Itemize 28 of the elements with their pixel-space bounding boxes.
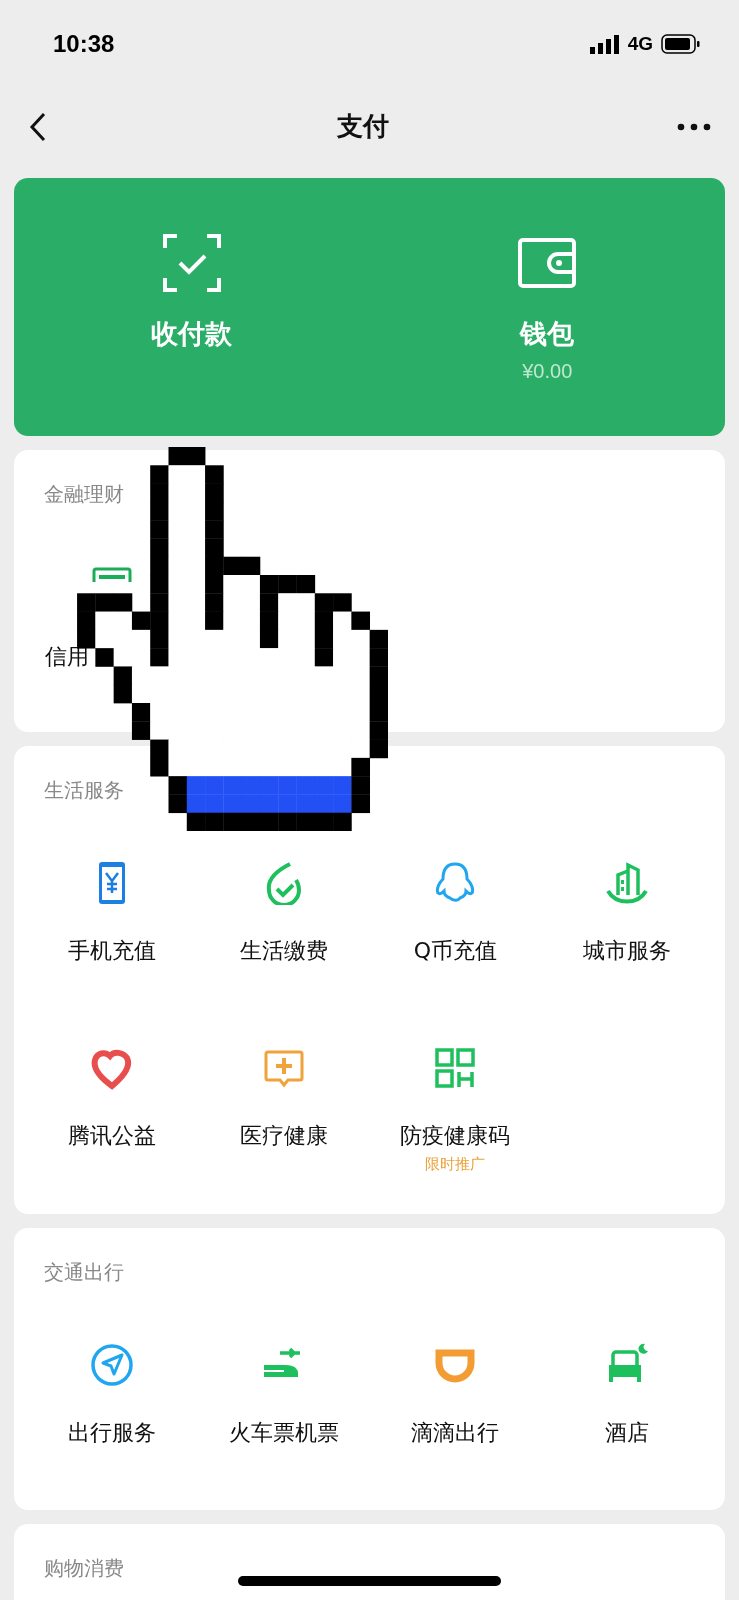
section-title: 购物消费	[43, 1556, 125, 1580]
service-item[interactable]: 手机充值	[26, 861, 198, 988]
battery-icon	[661, 34, 701, 54]
service-item[interactable]: 腾讯公益	[26, 1046, 198, 1174]
service-item[interactable]: Q币充值	[369, 861, 542, 988]
service-item[interactable]: 滴滴出行	[369, 1343, 542, 1470]
service-item[interactable]: 酒店	[541, 1343, 713, 1470]
balance-amount: ¥0.00	[522, 360, 573, 383]
navigation-icon	[89, 1343, 134, 1387]
service-item[interactable]: 城市服务	[541, 861, 713, 988]
service-item[interactable]: 医疗健康	[197, 1046, 370, 1174]
more-icon	[677, 122, 711, 131]
service-item[interactable]: 出行服务	[26, 1343, 198, 1470]
section-title: 交通出行	[43, 1260, 125, 1284]
section-title: 生活服务	[43, 778, 125, 802]
city-icon	[605, 861, 650, 905]
promo-note: 限时推广	[425, 1155, 486, 1174]
signal-icon	[589, 34, 620, 54]
service-item[interactable]: 火车票机票	[197, 1343, 370, 1470]
page-title: 支付	[336, 110, 389, 143]
service-item[interactable]: 防疫健康码 限时推广	[369, 1046, 542, 1174]
qr-code-icon	[433, 1046, 478, 1090]
network-label: 4G	[627, 33, 653, 55]
status-time: 10:38	[53, 30, 115, 58]
service-item[interactable]: 生活缴费	[197, 861, 370, 988]
scan-icon	[160, 232, 223, 294]
back-icon	[28, 110, 48, 143]
section-title: 金融理财	[43, 482, 125, 506]
